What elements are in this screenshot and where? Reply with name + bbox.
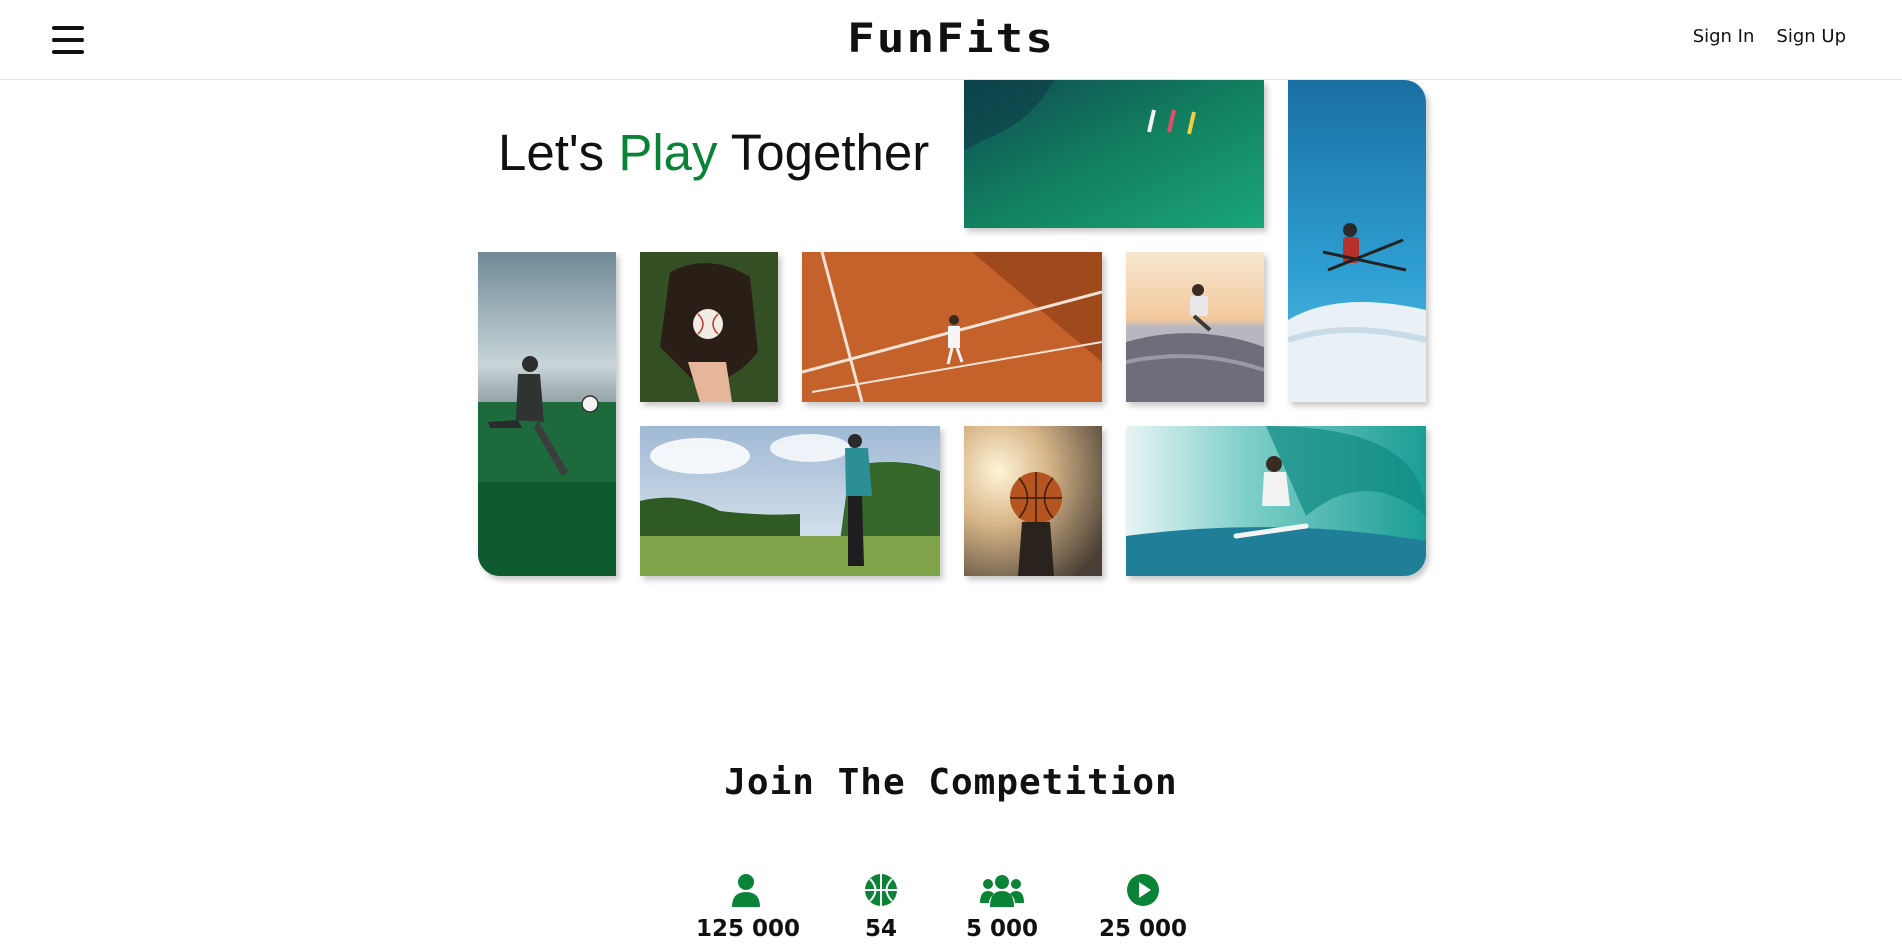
competition-stats: 125 000 54 5 000 25 000	[0, 872, 1902, 952]
users-group-icon	[962, 872, 1042, 908]
golf-photo	[640, 426, 940, 576]
stat-sports: 54	[846, 872, 916, 942]
stat-sports-value: 54	[864, 916, 897, 942]
user-icon	[696, 872, 796, 908]
hero-title-part1: Let's	[498, 124, 605, 181]
top-navbar: FunFits Sign In Sign Up	[0, 0, 1902, 80]
stat-teams: 5 000	[962, 872, 1042, 942]
surfing-photo	[1126, 426, 1426, 576]
play-circle-icon	[1098, 872, 1188, 908]
auth-links: Sign In Sign Up	[1693, 26, 1846, 47]
skiing-photo	[1288, 80, 1426, 402]
tennis-photo	[802, 252, 1102, 402]
stat-games: 25 000	[1098, 872, 1188, 942]
sign-up-link[interactable]: Sign Up	[1776, 26, 1846, 47]
stat-users: 125 000	[696, 872, 801, 942]
stat-games-value: 25 000	[1098, 916, 1188, 942]
baseball-glove-photo	[640, 252, 778, 402]
kayaking-photo	[964, 80, 1264, 228]
site-logo[interactable]: FunFits	[0, 12, 1902, 64]
hero-title-part2: Together	[730, 124, 930, 181]
skateboarding-photo	[1126, 252, 1264, 402]
basketball-icon	[846, 872, 916, 908]
competition-title: Join The Competition	[724, 762, 1178, 803]
hero-title: Let's Play Together	[498, 121, 929, 185]
basketball-photo	[964, 426, 1102, 576]
sign-in-link[interactable]: Sign In	[1693, 26, 1755, 47]
stat-users-value: 125 000	[696, 916, 801, 942]
hero-title-accent: Play	[618, 124, 718, 181]
soccer-photo	[478, 252, 616, 576]
stat-teams-value: 5 000	[965, 916, 1039, 942]
